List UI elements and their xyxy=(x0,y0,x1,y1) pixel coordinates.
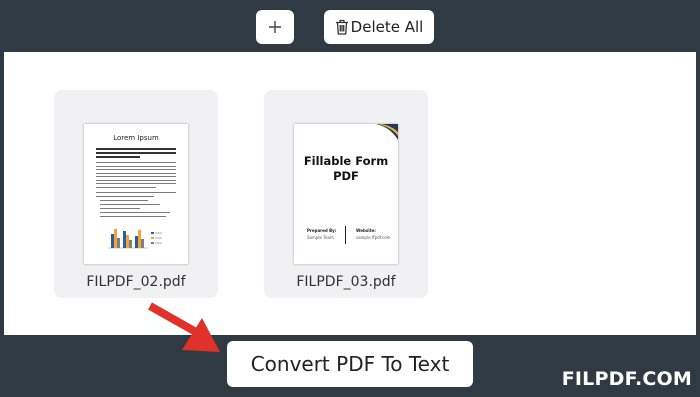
app-frame: Delete All Lorem Ipsum FILPDF_02.pdf Fil… xyxy=(0,0,700,397)
pdf-thumbnail: Lorem Ipsum xyxy=(84,124,188,264)
convert-pdf-to-text-button[interactable]: Convert PDF To Text xyxy=(227,341,473,387)
plus-icon xyxy=(269,21,281,33)
prepared-by-label: Prepared By: xyxy=(307,228,337,233)
file-workspace: Lorem Ipsum FILPDF_02.pdf Fillable Form … xyxy=(4,52,696,335)
file-card[interactable]: Fillable Form PDF Prepared By: Sample Te… xyxy=(264,90,428,298)
file-name: FILPDF_02.pdf xyxy=(86,274,186,290)
delete-all-label: Delete All xyxy=(350,18,424,36)
trash-icon xyxy=(335,19,348,35)
prepared-by-value: Sample Team xyxy=(307,235,334,240)
watermark-logo: FILPDF.COM xyxy=(561,368,692,390)
file-card[interactable]: Lorem Ipsum FILPDF_02.pdf xyxy=(54,90,218,298)
arrow-pointer-icon xyxy=(148,302,220,352)
file-name: FILPDF_03.pdf xyxy=(296,274,396,290)
website-value: sample.ffpdf.com xyxy=(356,235,391,240)
toolbar: Delete All xyxy=(0,0,700,52)
pdf-thumbnail: Fillable Form PDF Prepared By: Sample Te… xyxy=(294,124,398,264)
website-label: Website: xyxy=(356,228,376,233)
corner-accent xyxy=(376,124,398,140)
preview-chart xyxy=(108,229,162,249)
preview-title: Fillable Form PDF xyxy=(303,154,389,183)
preview-title: Lorem Ipsum xyxy=(113,134,159,142)
preview-divider xyxy=(345,226,346,244)
delete-all-button[interactable]: Delete All xyxy=(324,10,434,44)
add-file-button[interactable] xyxy=(256,10,294,44)
